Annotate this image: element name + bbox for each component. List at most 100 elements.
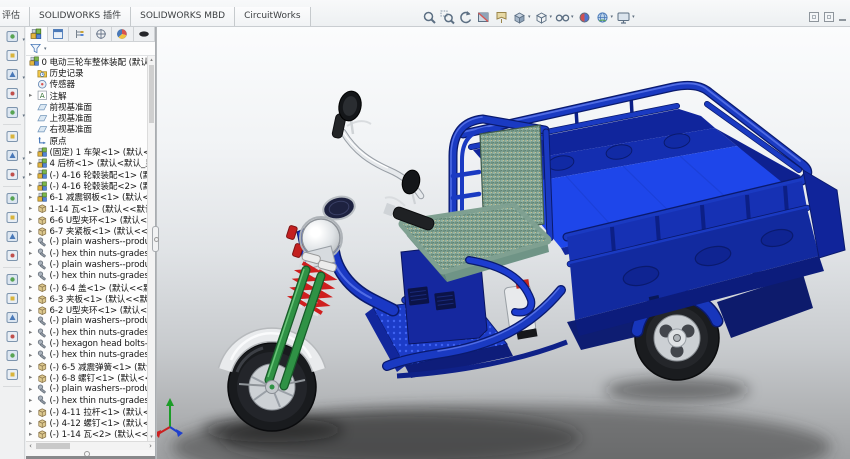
expand-arrow-icon[interactable]: ▸ xyxy=(29,293,37,304)
command-tab[interactable]: 评估 xyxy=(0,7,31,26)
tree-item[interactable]: ▸ (-) hex thin nuts-grades ab-cha xyxy=(26,248,147,259)
expand-arrow-icon[interactable]: ▸ xyxy=(29,259,37,270)
reference-geometry-button[interactable]: ▾ xyxy=(0,165,25,184)
view-orientation-button[interactable]: ▾ xyxy=(511,9,532,26)
tree-item[interactable]: ▸ (-) 6-4 盖<1> (默认<<默认>_显 xyxy=(26,282,147,293)
tree-item[interactable]: ▸ (-) plain washers--product grad xyxy=(26,259,147,270)
tree-item[interactable]: ▸ (-) 6-5 减震弹簧<1> (默认<<默认 xyxy=(26,361,147,372)
expand-arrow-icon[interactable]: ▸ xyxy=(29,237,37,248)
expand-arrow-icon[interactable]: ▸ xyxy=(29,226,37,237)
scroll-thumb[interactable] xyxy=(36,443,70,449)
expand-arrow-icon[interactable]: ▸ xyxy=(29,282,37,293)
interference-detection-button[interactable] xyxy=(0,270,25,289)
new-motion-study-button[interactable] xyxy=(0,189,25,208)
scroll-down-icon[interactable]: ▾ xyxy=(148,433,155,441)
tab-propertymanager[interactable] xyxy=(47,27,69,42)
tree-item[interactable]: ▸ (-) hex thin nuts-grades ab-cha xyxy=(26,395,147,406)
command-tab[interactable]: CircuitWorks xyxy=(235,7,311,26)
tree-item[interactable]: ▸ (-) hex thin nuts-grades ab-cha xyxy=(26,327,147,338)
mass-properties-button[interactable] xyxy=(0,346,25,365)
expand-arrow-icon[interactable]: ▸ xyxy=(29,214,37,225)
tree-item[interactable]: ▸ 6-7 夹紧板<1> (默认<<默认>_显 xyxy=(26,225,147,237)
expand-arrow-icon[interactable]: ▸ xyxy=(29,90,37,101)
tree-item[interactable]: ▸ 4 后桥<1> (默认<默认_显示状态- xyxy=(26,158,147,169)
dynamic-annotation-views-button[interactable] xyxy=(493,9,510,26)
measure-button[interactable] xyxy=(0,327,25,346)
tree-item[interactable]: ▸ (固定) 1 车架<1> (默认<默认_显 xyxy=(26,146,147,158)
smart-fasteners-button[interactable] xyxy=(0,84,25,103)
move-component-button[interactable]: ▾ xyxy=(0,103,25,122)
insert-components-button[interactable]: ▾ xyxy=(0,27,25,46)
tree-item[interactable]: ▸ 6-6 U型夹环<1> (默认<<默认>_ xyxy=(26,214,147,225)
tree-item[interactable]: ▸ (-) plain washers--product grad xyxy=(26,316,147,327)
tree-item[interactable]: 前视基准面 xyxy=(26,101,147,112)
exploded-view-button[interactable] xyxy=(0,227,25,246)
tree-root-item[interactable]: 0 电动三轮车整体装配 (默认<默认_显 xyxy=(26,56,147,67)
command-tab[interactable]: SOLIDWORKS MBD xyxy=(131,7,236,26)
scroll-up-icon[interactable]: ▴ xyxy=(148,56,155,64)
expand-panel-button[interactable] xyxy=(824,12,834,22)
assembly-features-button[interactable]: ▾ xyxy=(0,146,25,165)
tree-item[interactable]: ▸ (-) 6-8 螺钉<1> (默认<<默认>_显 xyxy=(26,372,147,383)
apply-scene-button[interactable]: ▾ xyxy=(594,9,615,26)
tree-item[interactable]: ▸ 6-3 夹板<1> (默认<<默认>_显示 xyxy=(26,293,147,304)
tree-item[interactable]: 右视基准面 xyxy=(26,124,147,135)
tree-horizontal-scrollbar[interactable]: ‹ › xyxy=(26,441,155,450)
tree-item[interactable]: ▸ (-) 1-14 瓦<2> (默认<<默认>_显 xyxy=(26,429,147,440)
expand-arrow-icon[interactable]: ▸ xyxy=(29,192,37,203)
expand-arrow-icon[interactable]: ▸ xyxy=(29,384,37,395)
tree-item[interactable]: ▸ (-) 4-11 拉杆<1> (默认<<默认>_ xyxy=(26,406,147,417)
display-style-button[interactable]: ▾ xyxy=(533,9,554,26)
panel-splitter-handle[interactable] xyxy=(152,226,159,252)
tab-cam-manager[interactable] xyxy=(133,27,155,42)
tab-dimxpert-manager[interactable] xyxy=(90,27,112,42)
clearance-verification-button[interactable] xyxy=(0,289,25,308)
tab-display-manager[interactable] xyxy=(112,27,134,42)
view-settings-button[interactable]: ▾ xyxy=(615,9,636,26)
mate-button[interactable] xyxy=(0,46,25,65)
expand-arrow-icon[interactable]: ▸ xyxy=(29,350,37,361)
expand-arrow-icon[interactable]: ▸ xyxy=(29,395,37,406)
linear-component-pattern-button[interactable]: ▾ xyxy=(0,65,25,84)
large-assembly-mode-button[interactable] xyxy=(0,365,25,384)
tree-item[interactable]: ▸ (-) hex thin nuts-grades ab-cha xyxy=(26,350,147,361)
tree-item[interactable]: ▸ A 注解 xyxy=(26,90,147,101)
bill-of-materials-button[interactable] xyxy=(0,208,25,227)
expand-arrow-icon[interactable]: ▸ xyxy=(29,203,37,214)
expand-arrow-icon[interactable]: ▸ xyxy=(29,180,37,191)
tree-item[interactable]: ▸ 1-14 瓦<1> (默认<<默认>_显示 xyxy=(26,203,147,214)
tab-configuration-manager[interactable] xyxy=(69,27,91,42)
expand-arrow-icon[interactable]: ▸ xyxy=(29,361,37,372)
expand-arrow-icon[interactable]: ▸ xyxy=(29,339,37,350)
hide-show-items-button[interactable]: ▾ xyxy=(554,9,575,26)
expand-arrow-icon[interactable]: ▸ xyxy=(29,147,37,158)
tree-item[interactable]: ▸ (-) 4-16 轮毂装配<1> (默认<默认 xyxy=(26,169,147,180)
tree-item[interactable]: ▸ (-) hex thin nuts-grades ab-cha xyxy=(26,271,147,282)
tree-item[interactable]: 传感器 xyxy=(26,79,147,90)
tree-item[interactable]: ▸ 6-1 减震钢板<1> (默认<默认_显 xyxy=(26,192,147,203)
model-electric-tricycle[interactable] xyxy=(157,27,850,459)
expand-arrow-icon[interactable]: ▸ xyxy=(29,305,37,316)
command-tab[interactable]: SOLIDWORKS 插件 xyxy=(30,7,132,26)
expand-arrow-icon[interactable]: ▸ xyxy=(29,248,37,259)
section-view-button[interactable] xyxy=(475,9,492,26)
previous-view-button[interactable] xyxy=(457,9,474,26)
zoom-to-fit-button[interactable] xyxy=(421,9,438,26)
tree-item[interactable]: ▸ (-) hexagon head bolts-full thre xyxy=(26,338,147,349)
minimize-window-button[interactable] xyxy=(839,18,846,21)
tree-item[interactable]: ▸ 6-2 U型夹环<1> (默认<<默认>_ xyxy=(26,305,147,316)
edit-appearance-button[interactable] xyxy=(576,9,593,26)
tree-item[interactable]: ▸ (-) 4-16 轮毂装配<2> (默认<默认 xyxy=(26,180,147,192)
expand-arrow-icon[interactable]: ▸ xyxy=(29,418,37,429)
tree-item[interactable]: 上视基准面 xyxy=(26,112,147,124)
tree-item[interactable]: ▸ (-) plain washers--product grad xyxy=(26,384,147,395)
hole-alignment-button[interactable] xyxy=(0,308,25,327)
scroll-left-icon[interactable]: ‹ xyxy=(26,442,35,450)
expand-arrow-icon[interactable]: ▸ xyxy=(29,316,37,327)
tree-item[interactable]: 原点 xyxy=(26,135,147,146)
expand-arrow-icon[interactable]: ▸ xyxy=(29,158,37,169)
show-hidden-components-button[interactable] xyxy=(0,127,25,146)
tree-filter[interactable]: ▾ xyxy=(26,42,155,56)
tree-item[interactable]: 历史记录 xyxy=(26,67,147,79)
expand-arrow-icon[interactable]: ▸ xyxy=(29,327,37,338)
